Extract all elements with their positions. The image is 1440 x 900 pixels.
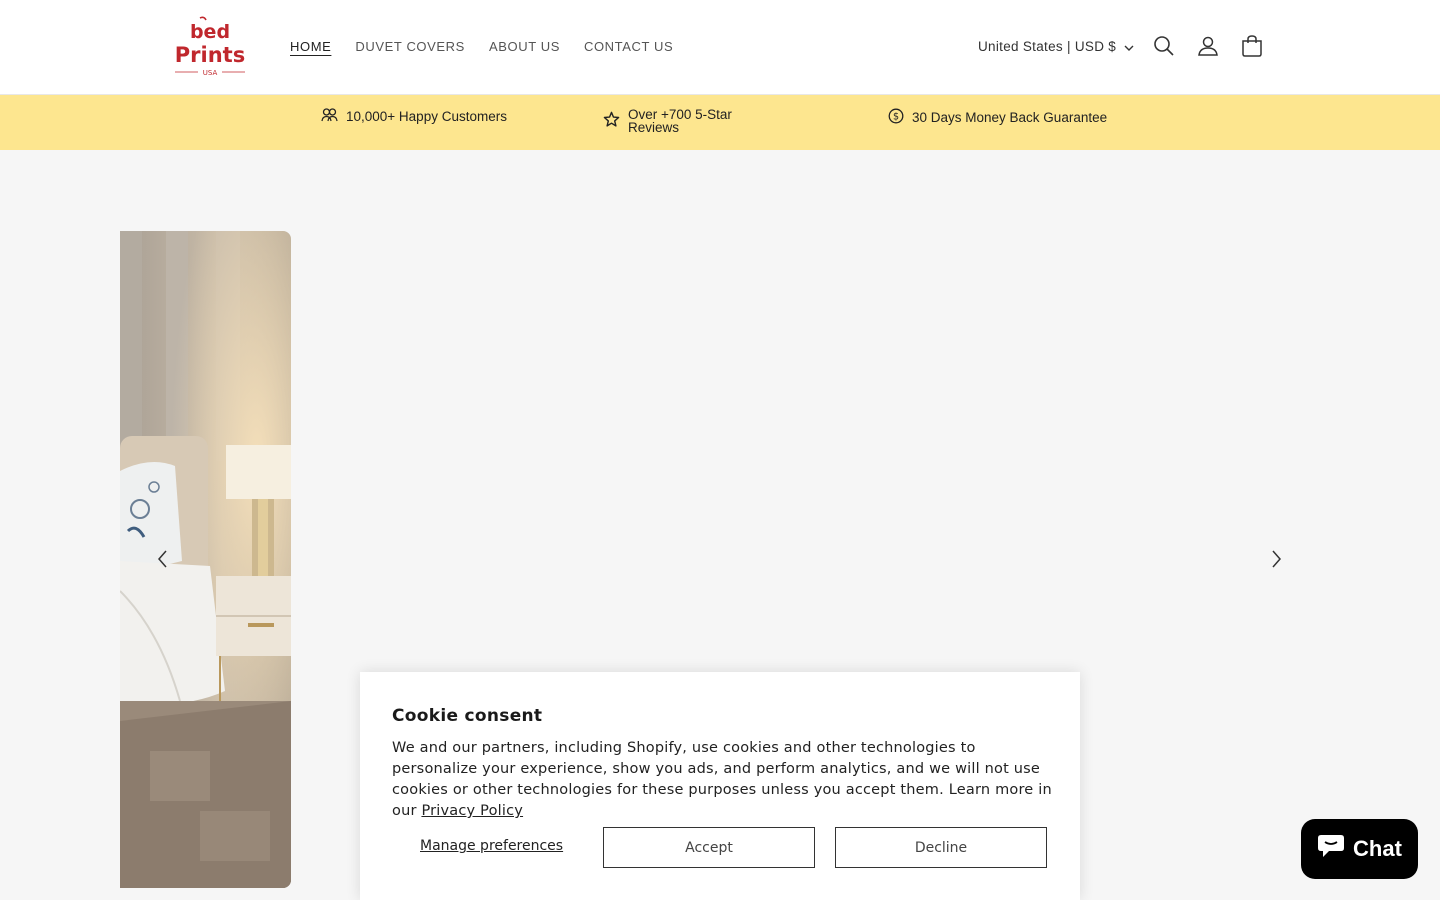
site-header: bed Prints USA HOME DUVET COVERS ABOUT U… [0,0,1440,95]
chat-bubble-icon [1317,833,1345,865]
chat-label: Chat [1353,836,1402,861]
dollar-icon: $ [888,108,904,127]
search-icon[interactable] [1152,34,1176,58]
main-nav: HOME DUVET COVERS ABOUT US CONTACT US [290,38,673,56]
announcement-reviews: Over +700 5-Star Reviews [603,108,732,134]
country-selector[interactable]: United States | USD $ [978,38,1134,56]
announcement-line: Reviews [628,120,680,135]
cookie-consent-banner: Cookie consent We and our partners, incl… [360,672,1080,900]
svg-text:bed: bed [190,21,230,43]
decline-button[interactable]: Decline [835,827,1047,868]
announcement-text: Over +700 5-Star Reviews [628,108,732,135]
slider-prev-button[interactable] [151,547,175,571]
svg-text:USA: USA [203,69,218,77]
nav-home[interactable]: HOME [290,38,331,56]
nav-contact-us[interactable]: CONTACT US [584,38,673,56]
announcement-customers: 10,000+ Happy Customers [321,108,507,125]
customers-icon [321,108,338,125]
cookie-title: Cookie consent [392,706,543,726]
svg-text:Prints: Prints [175,43,245,67]
announcement-guarantee: $ 30 Days Money Back Guarantee [888,108,1107,127]
cookie-body: We and our partners, including Shopify, … [392,738,1052,822]
chevron-right-icon [1264,550,1288,575]
nav-about-us[interactable]: ABOUT US [489,38,560,56]
nav-duvet-covers[interactable]: DUVET COVERS [355,38,465,56]
slider-next-button[interactable] [1264,547,1288,571]
account-icon[interactable] [1196,34,1220,58]
hero-slide-image [120,231,291,888]
country-label: United States | USD $ [978,39,1117,54]
privacy-policy-link[interactable]: Privacy Policy [421,803,523,819]
cart-icon[interactable] [1240,34,1264,58]
announcement-bar: 10,000+ Happy Customers Over +700 5-Star… [0,95,1440,150]
chevron-left-icon [151,550,175,575]
svg-text:$: $ [893,112,899,123]
star-icon [603,111,620,131]
manage-preferences-button[interactable]: Manage preferences [420,838,563,854]
accept-button[interactable]: Accept [603,827,815,868]
chat-widget-button[interactable]: Chat [1301,819,1418,879]
announcement-text: 30 Days Money Back Guarantee [912,110,1108,125]
chevron-down-icon [1124,38,1134,56]
announcement-text: 10,000+ Happy Customers [346,109,507,124]
site-logo[interactable]: bed Prints USA [170,16,250,78]
